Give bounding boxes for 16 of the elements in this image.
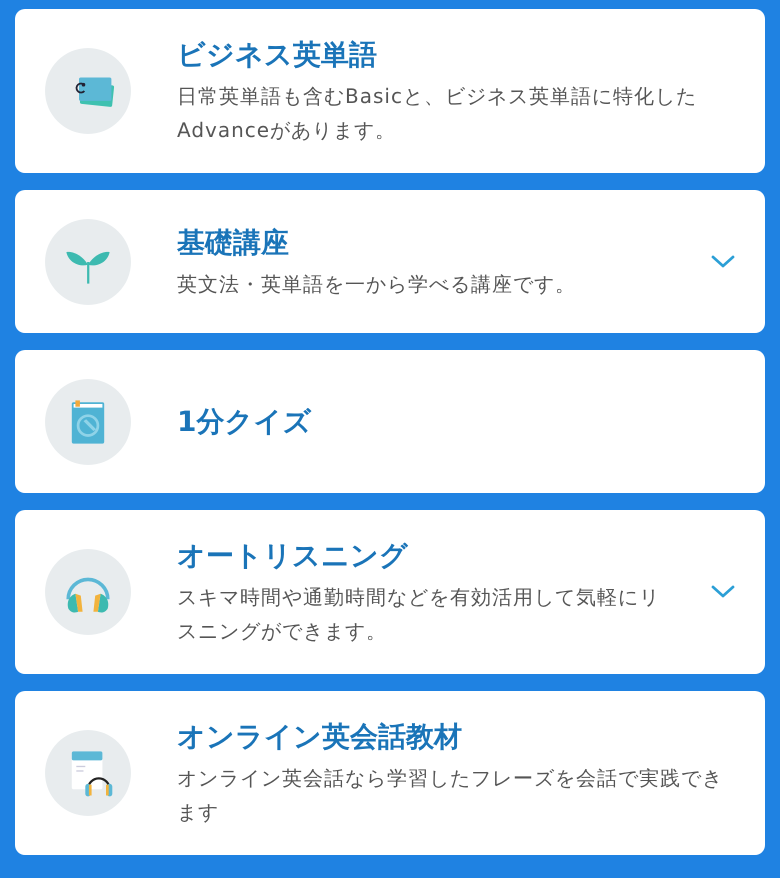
course-card[interactable]: ビジネス英単語 日常英単語も含むBasicと、ビジネス英単語に特化したAdvanceがあります。 (15, 9, 765, 173)
course-description: 英文法・英単語を一から学べる講座です。 (177, 270, 577, 298)
course-description: スキマ時間や通勤時間などを有効活用して気軽にリスニングができます。 (177, 584, 661, 645)
course-title: ビジネス英単語 (177, 37, 378, 73)
course-description: オンライン英会話なら学習したフレーズを会話で実践できます (177, 765, 724, 826)
course-card[interactable]: 基礎講座 英文法・英単語を一から学べる講座です。 (15, 190, 765, 333)
course-title: オンライン英会話教材 (177, 719, 463, 755)
course-card[interactable]: オートリスニング スキマ時間や通勤時間などを有効活用して気軽にリスニングができます。 (15, 510, 765, 674)
chevron-down-icon[interactable] (711, 254, 735, 268)
chevron-down-icon[interactable] (711, 585, 735, 599)
course-title: 基礎講座 (177, 224, 290, 260)
course-card[interactable]: オンライン英会話教材 オンライン英会話なら学習したフレーズを会話で実践できます (15, 691, 765, 855)
course-description: 日常英単語も含むBasicと、ビジネス英単語に特化したAdvanceがあります。 (177, 83, 698, 144)
course-title: 1分クイズ (177, 404, 312, 440)
course-title: オートリスニング (177, 538, 409, 574)
course-card[interactable]: 1分クイズ (15, 350, 765, 493)
